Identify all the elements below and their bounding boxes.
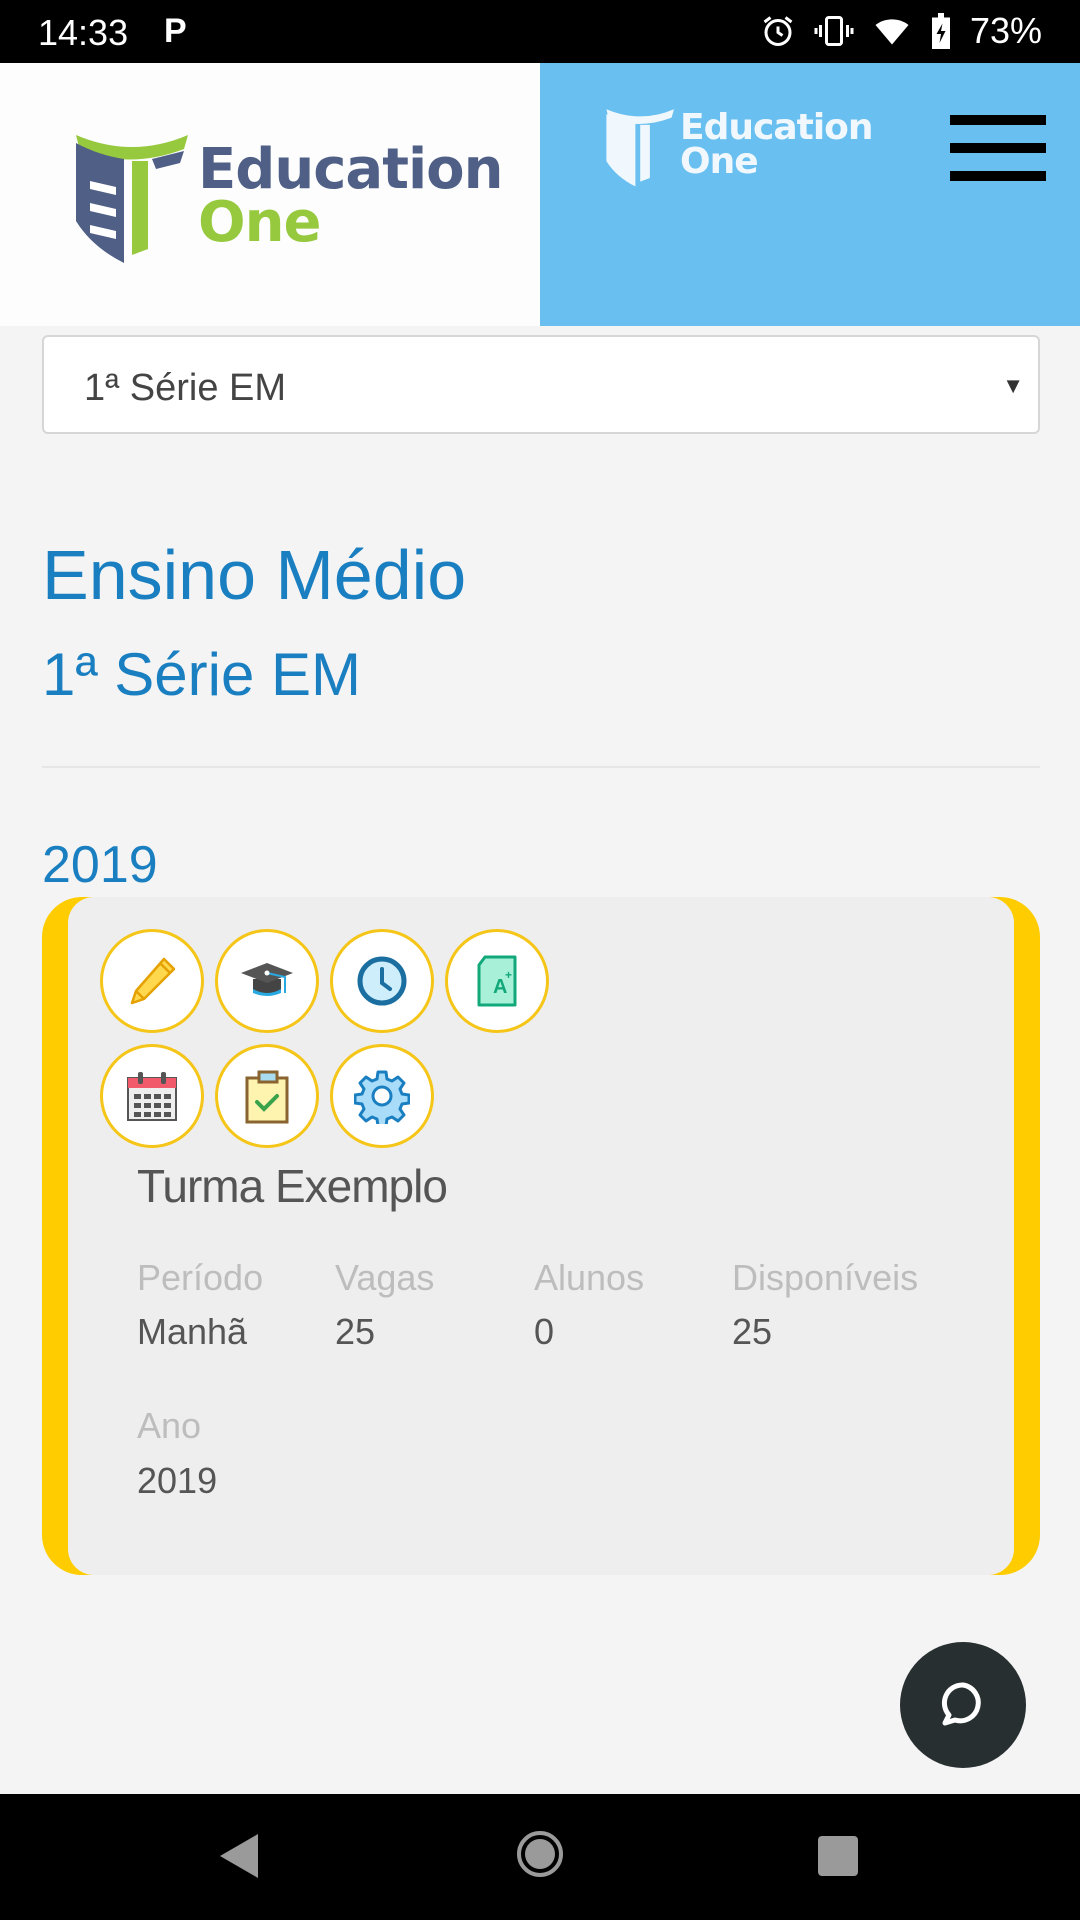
gear-icon [354, 1070, 410, 1124]
clock-icon [357, 956, 407, 1006]
wifi-icon [875, 19, 909, 45]
parking-icon: P [164, 12, 187, 50]
android-nav-bar [0, 1794, 1080, 1920]
class-select-value: 1ª Série EM [84, 367, 287, 409]
chat-button[interactable] [900, 1642, 1026, 1768]
hamburger-menu-button[interactable] [950, 115, 1046, 181]
field-value-students: 0 [534, 1311, 555, 1352]
field-label-year: Ano [137, 1405, 202, 1446]
field-label-period: Período [137, 1257, 264, 1298]
graduation-cap-icon [241, 963, 293, 996]
chat-bubble-icon [941, 1682, 981, 1726]
brand-logo-secondary: Education One [540, 63, 1080, 326]
logo-shield-icon [76, 135, 188, 263]
brand-logo[interactable]: Education One [0, 63, 540, 326]
class-select[interactable]: 1ª Série EM ▼ [42, 335, 1040, 434]
status-bar: 14:33 P 73% [0, 0, 1080, 63]
grade-title: 1ª Série EM [42, 641, 361, 708]
hamburger-icon [950, 115, 1046, 125]
year-heading: 2019 [42, 836, 158, 894]
battery-percent: 73% [969, 10, 1042, 51]
pencil-icon [130, 957, 176, 1005]
vibrate-icon [814, 16, 854, 46]
home-icon[interactable] [516, 1830, 564, 1878]
recent-apps-icon[interactable] [818, 1836, 858, 1876]
field-value-seats: 25 [335, 1311, 376, 1352]
divider [42, 766, 1040, 768]
logo-text: Education One [198, 137, 503, 256]
field-value-year: 2019 [137, 1460, 218, 1501]
calendar-icon [127, 1072, 177, 1121]
app-header: Education One Education One [0, 63, 1080, 326]
status-icons: 73% [760, 10, 1042, 52]
status-time: 14:33 [38, 12, 129, 53]
logo-text-secondary: Education One [680, 107, 874, 183]
field-value-period: Manhã [137, 1311, 248, 1352]
class-card: A + Turma Exemplo Período Manhã Vagas 25 … [42, 897, 1040, 1575]
back-icon[interactable] [218, 1832, 260, 1880]
class-card-body: A + Turma Exemplo Período Manhã Vagas 25 … [68, 897, 1014, 1575]
dropdown-arrow-icon: ▼ [1002, 373, 1024, 398]
field-value-available: 25 [732, 1311, 773, 1352]
edit-button[interactable] [100, 929, 204, 1033]
settings-button[interactable] [330, 1044, 434, 1148]
logo-shield-icon [606, 109, 674, 187]
schedule-button[interactable] [330, 929, 434, 1033]
field-label-available: Disponíveis [732, 1257, 919, 1298]
grade-document-icon: A+ [477, 955, 517, 1007]
field-label-seats: Vagas [335, 1257, 435, 1298]
grades-button[interactable]: A + [445, 929, 549, 1033]
students-button[interactable] [215, 929, 319, 1033]
class-title: Turma Exemplo [137, 1160, 448, 1212]
clipboard-check-icon [245, 1070, 289, 1124]
calendar-button[interactable] [100, 1044, 204, 1148]
svg-text:+: + [505, 968, 512, 982]
battery-charging-icon [931, 13, 950, 49]
attendance-button[interactable] [215, 1044, 319, 1148]
alarm-icon [763, 16, 793, 46]
field-label-students: Alunos [534, 1257, 645, 1298]
level-title: Ensino Médio [42, 536, 467, 614]
